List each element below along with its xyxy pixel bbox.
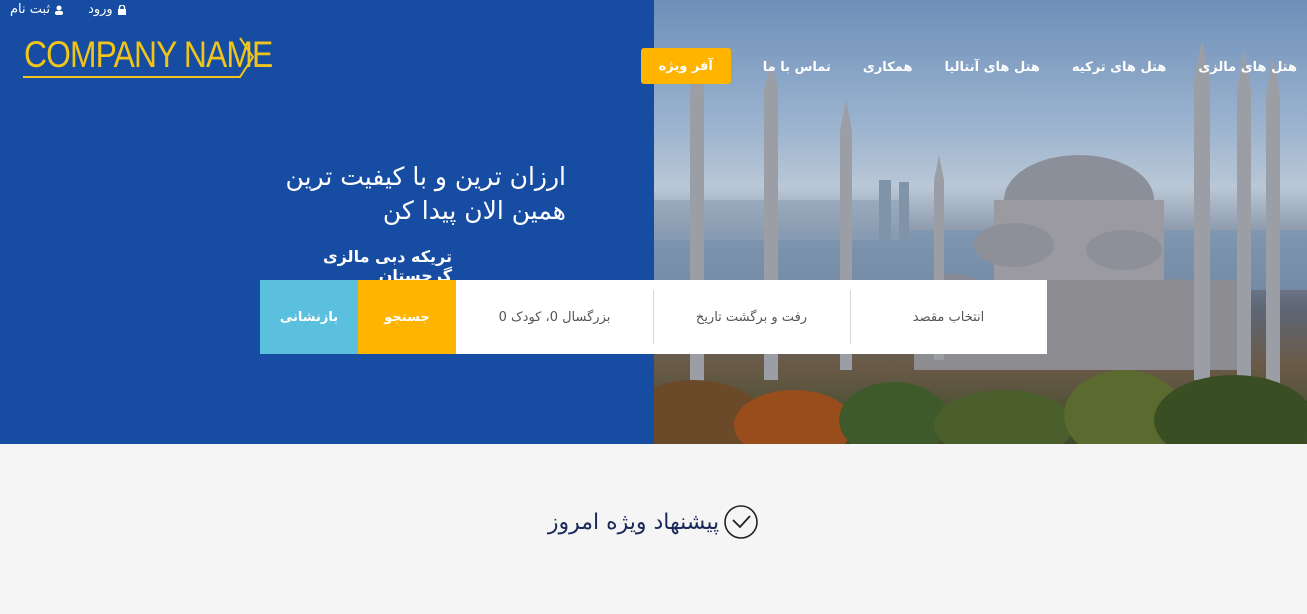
destination-select[interactable]: انتخاب مقصد [850,280,1047,354]
nav-item-contact[interactable]: تماس با ما [763,60,831,75]
hero-section: ورود ثبت نام COMPANY NAME هتل های مالزی … [0,0,1307,444]
company-logo[interactable]: COMPANY NAME [22,34,273,80]
main-nav: هتل های مالزی هتل های ترکیه هتل های آنتا… [640,48,1297,84]
reset-button[interactable]: بازنشانی [260,280,358,354]
section-title: پیشنهاد ویژه امروز [547,509,720,535]
login-label: ورود [88,2,113,17]
user-icon [55,5,64,15]
nav-item-malaysia-hotels[interactable]: هتل های مالزی [1198,60,1297,75]
search-button[interactable]: جستجو [358,280,456,354]
passenger-label: بزرگسال 0، کودک 0 [498,309,611,325]
logo-chevron [23,37,255,78]
search-bar: انتخاب مقصد رفت و برگشت تاریخ بزرگسال 0،… [260,280,1047,354]
divider [653,290,654,344]
clock-check-icon [724,505,758,539]
headline-line-1: ارزان ترین و با کیفیت ترین [285,162,566,191]
login-link[interactable]: ورود [88,2,127,17]
hero-headline: ارزان ترین و با کیفیت ترین همین الان پید… [266,160,566,228]
lock-icon [117,4,126,15]
date-label: رفت و برگشت تاریخ [695,309,808,325]
destination-label: انتخاب مقصد [912,309,985,325]
register-link[interactable]: ثبت نام [10,2,64,17]
divider [850,290,851,344]
passenger-select[interactable]: بزرگسال 0، کودک 0 [456,280,653,354]
nav-item-turkey-hotels[interactable]: هتل های ترکیه [1072,60,1167,75]
daily-offer-heading: پیشنهاد ویژه امروز [0,504,1307,540]
auth-links: ورود ثبت نام [10,2,127,17]
nav-item-antalya-hotels[interactable]: هتل های آنتالیا [944,60,1039,75]
headline-line-2: همین الان پیدا کن [382,196,566,225]
special-offer-button[interactable]: آفر ویژه [640,48,731,84]
nav-item-cooperation[interactable]: همکاری [863,60,913,75]
date-picker[interactable]: رفت و برگشت تاریخ [653,280,850,354]
register-label: ثبت نام [10,2,51,17]
